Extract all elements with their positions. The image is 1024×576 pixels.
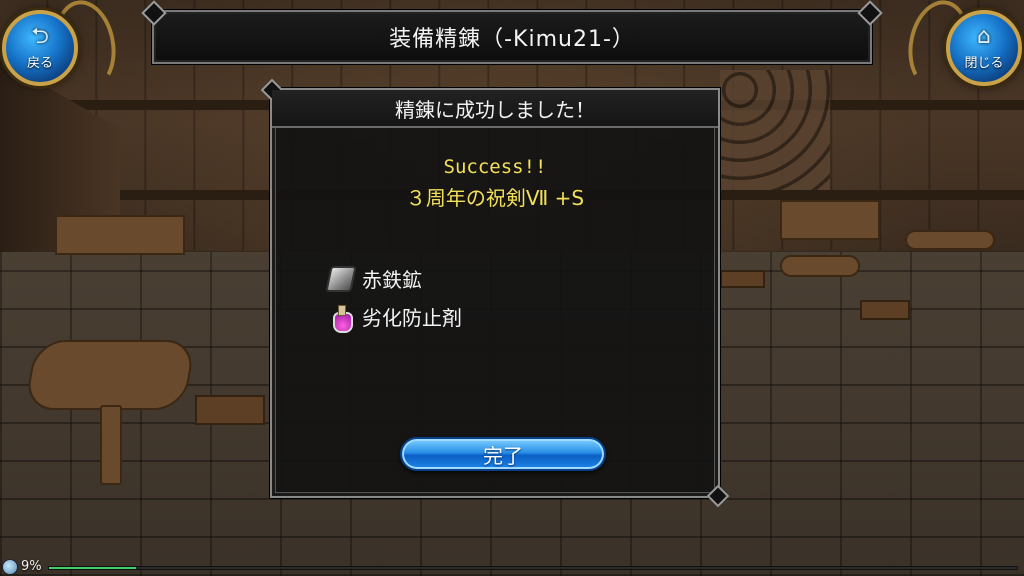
close-button[interactable]: ⌂ 閉じる — [946, 10, 1022, 86]
close-button-label: 閉じる — [964, 55, 1004, 71]
success-text: Success!! — [443, 156, 547, 178]
refine-result-dialog: 精錬に成功しました！ Success!! ３周年の祝剣Ⅶ +S 赤鉄鉱 劣化防止… — [270, 88, 720, 498]
tavern-table — [780, 200, 880, 240]
status-percent: 9% — [21, 559, 42, 574]
tavern-table — [780, 255, 860, 277]
material-name: 劣化防止剤 — [362, 306, 462, 330]
tavern-stool — [720, 270, 765, 288]
ore-ingot-icon — [325, 265, 357, 292]
progress-bar — [48, 566, 1018, 570]
tavern-stool — [860, 300, 910, 320]
complete-button[interactable]: 完了 — [400, 437, 606, 471]
status-bar: 9% — [0, 558, 1024, 576]
back-button[interactable]: ⮌ 戻る — [2, 10, 78, 86]
refined-item-name: ３周年の祝剣Ⅶ +S — [405, 186, 585, 210]
tavern-table — [23, 340, 197, 410]
back-button-label: 戻る — [26, 55, 53, 71]
potion-flask-icon — [328, 304, 354, 333]
complete-button-label: 完了 — [483, 443, 523, 468]
dialog-title: 精錬に成功しました！ — [395, 97, 595, 122]
progress-fill — [49, 567, 137, 569]
tavern-table — [55, 215, 185, 255]
material-item: 赤鉄鉱 — [325, 264, 422, 293]
title-bar: 装備精錬（-Kimu21-） — [152, 10, 872, 64]
page-title: 装備精錬（-Kimu21-） — [389, 27, 635, 52]
material-name: 赤鉄鉱 — [362, 268, 422, 292]
home-icon: ⌂ — [977, 23, 991, 49]
tavern-table — [905, 230, 995, 250]
tavern-stool — [195, 395, 265, 425]
table-leg — [100, 405, 122, 485]
back-arrow-icon: ⮌ — [31, 23, 49, 49]
status-orb-icon — [2, 559, 18, 575]
dialog-header: 精錬に成功しました！ — [272, 90, 718, 128]
material-item: 劣化防止剤 — [328, 302, 462, 333]
barrel-rack — [720, 70, 830, 190]
